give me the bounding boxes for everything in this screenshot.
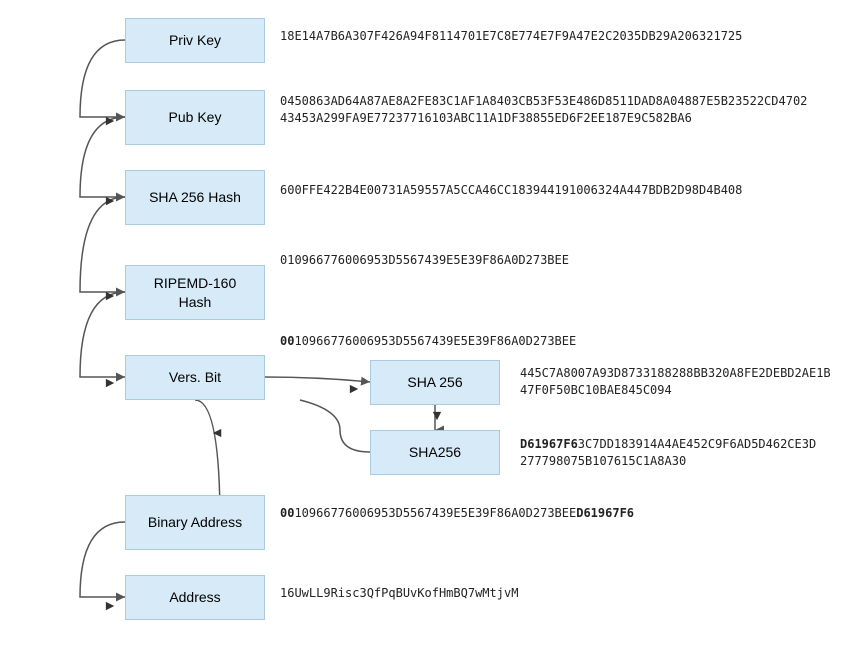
arrow-pub-key: ►	[100, 110, 120, 130]
arrow-ripemd: ►	[100, 285, 120, 305]
ripemd160-box: RIPEMD-160Hash	[125, 265, 265, 320]
arrow-sha256: ►	[100, 190, 120, 210]
binary-addr-box: Binary Address	[125, 495, 265, 550]
address-box: Address	[125, 575, 265, 620]
lbl-ripemd-above: 010966776006953D5567439E5E39F86A0D273BEE	[280, 252, 569, 269]
arrow-vers-bit: ►	[100, 372, 120, 392]
arrow-sha256-2: ►	[344, 378, 364, 398]
sha256-3-box: SHA256	[370, 430, 500, 475]
sha256-3-label: SHA256	[409, 443, 461, 461]
lbl-pub-key: 0450863AD64A87AE8A2FE83C1AF1A8403CB53F53…	[280, 93, 807, 127]
lbl-address-val: 16UwLL9Risc3QfPqBUvKofHmBQ7wMtjvM	[280, 585, 518, 602]
lbl-sha256-3-val: D61967F63C7DD183914A4AE452C9F6AD5D462CE3…	[520, 436, 816, 470]
vers-bit-label: Vers. Bit	[169, 368, 221, 386]
sha256-2-box: SHA 256	[370, 360, 500, 405]
arrow-checksum-back: ►	[207, 424, 227, 444]
lbl-sha256-hash: 600FFE422B4E00731A59557A5CCA46CC18394419…	[280, 182, 742, 199]
binary-addr-label: Binary Address	[148, 513, 242, 531]
sha256-hash-label: SHA 256 Hash	[149, 188, 241, 206]
pub-key-box: Pub Key	[125, 90, 265, 145]
sha256-2-label: SHA 256	[407, 373, 462, 391]
priv-key-label: Priv Key	[169, 31, 221, 49]
lbl-sha256-2-val: 445C7A8007A93D8733188288BB320A8FE2DEBD2A…	[520, 365, 831, 399]
vers-bit-box: Vers. Bit	[125, 355, 265, 400]
ripemd160-label: RIPEMD-160Hash	[154, 274, 236, 310]
pub-key-label: Pub Key	[169, 108, 222, 126]
lbl-ripemd-below: 0010966776006953D5567439E5E39F86A0D273BE…	[280, 333, 576, 350]
arrow-address: ►	[100, 595, 120, 615]
sha256-hash-box: SHA 256 Hash	[125, 170, 265, 225]
arrow-sha256-down: ►	[428, 406, 448, 426]
lbl-priv-key: 18E14A7B6A307F426A94F8114701E7C8E774E7F9…	[280, 28, 742, 45]
priv-key-box: Priv Key	[125, 18, 265, 63]
diagram-container: Priv Key Pub Key SHA 256 Hash RIPEMD-160…	[0, 0, 855, 651]
lbl-binary-addr: 0010966776006953D5567439E5E39F86A0D273BE…	[280, 505, 634, 522]
address-label: Address	[169, 588, 220, 606]
